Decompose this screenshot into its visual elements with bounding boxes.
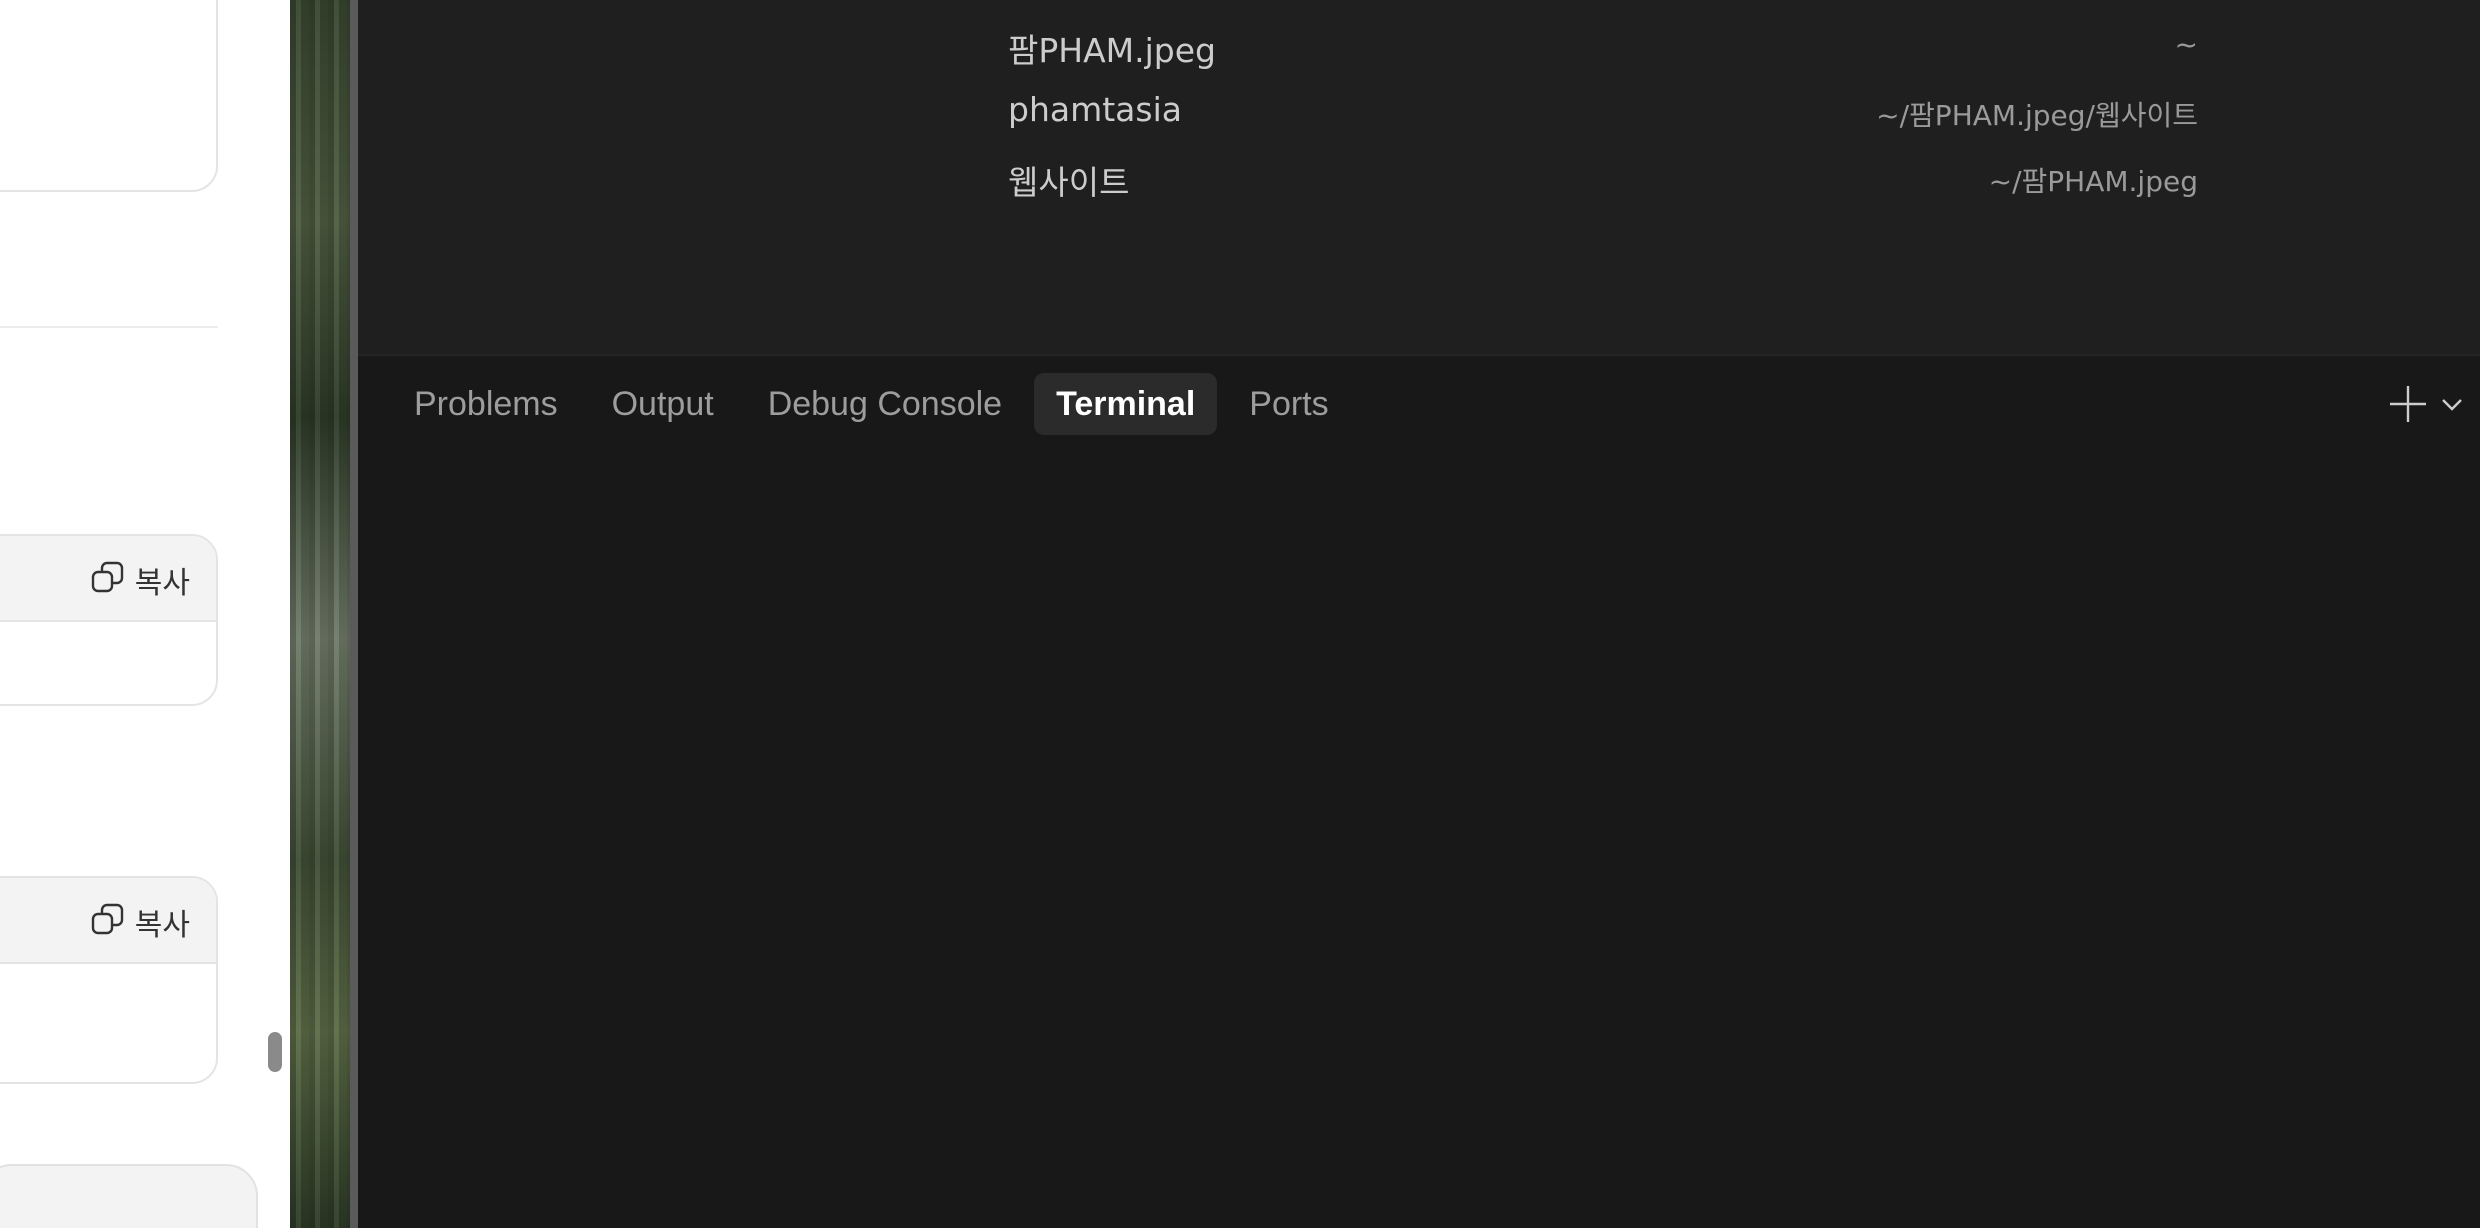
tab-problems[interactable]: Problems	[392, 373, 580, 435]
quick-pick-item[interactable]: 팜PHAM.jpeg ~	[1008, 16, 2198, 72]
folder-name: 팜PHAM.jpeg	[1008, 31, 1216, 70]
copy-icon	[91, 561, 125, 600]
message-input-box[interactable]	[0, 1164, 258, 1228]
tab-terminal[interactable]: Terminal	[1034, 373, 1218, 435]
quick-pick-item[interactable]: phamtasia ~/팜PHAM.jpeg/웹사이트	[1008, 82, 2198, 138]
chat-pane: 복사 복사	[0, 0, 290, 1228]
copy-label: 복사	[134, 566, 190, 601]
terminal-area[interactable]	[358, 454, 2480, 1228]
folder-path: ~/팜PHAM.jpeg/웹사이트	[1876, 99, 2198, 132]
copy-label: 복사	[134, 908, 190, 943]
quick-pick-item[interactable]: 웹사이트 ~/팜PHAM.jpeg	[1008, 148, 2198, 204]
message-card	[0, 0, 218, 192]
panel-tab-bar: Problems Output Debug Console Terminal P…	[392, 372, 1351, 436]
tab-ports[interactable]: Ports	[1227, 373, 1350, 435]
plus-icon[interactable]	[2388, 384, 2428, 424]
divider	[0, 326, 218, 328]
tab-debug-console[interactable]: Debug Console	[746, 373, 1024, 435]
scrollbar-thumb[interactable]	[268, 1032, 282, 1072]
code-block-header: 복사	[0, 878, 216, 964]
code-block-header: 복사	[0, 536, 216, 622]
chevron-down-icon[interactable]	[2440, 392, 2464, 416]
folder-path: ~/팜PHAM.jpeg	[1988, 165, 2198, 198]
desktop-wallpaper	[290, 0, 350, 1228]
code-block: 복사	[0, 876, 218, 1084]
copy-button[interactable]: 복사	[91, 560, 190, 601]
copy-icon	[91, 903, 125, 942]
bottom-panel: Problems Output Debug Console Terminal P…	[358, 358, 2480, 1228]
window-border	[350, 0, 358, 1228]
code-block: 복사	[0, 534, 218, 706]
panel-actions	[2388, 382, 2464, 426]
folder-name: 웹사이트	[1008, 163, 1130, 202]
quick-pick-list: 팜PHAM.jpeg ~ phamtasia ~/팜PHAM.jpeg/웹사이트…	[358, 0, 2480, 356]
vscode-window: 팜PHAM.jpeg ~ phamtasia ~/팜PHAM.jpeg/웹사이트…	[358, 0, 2480, 1228]
tab-output[interactable]: Output	[590, 373, 736, 435]
folder-path: ~	[2174, 28, 2198, 61]
copy-button[interactable]: 복사	[91, 902, 190, 943]
folder-name: phamtasia	[1008, 90, 1182, 129]
